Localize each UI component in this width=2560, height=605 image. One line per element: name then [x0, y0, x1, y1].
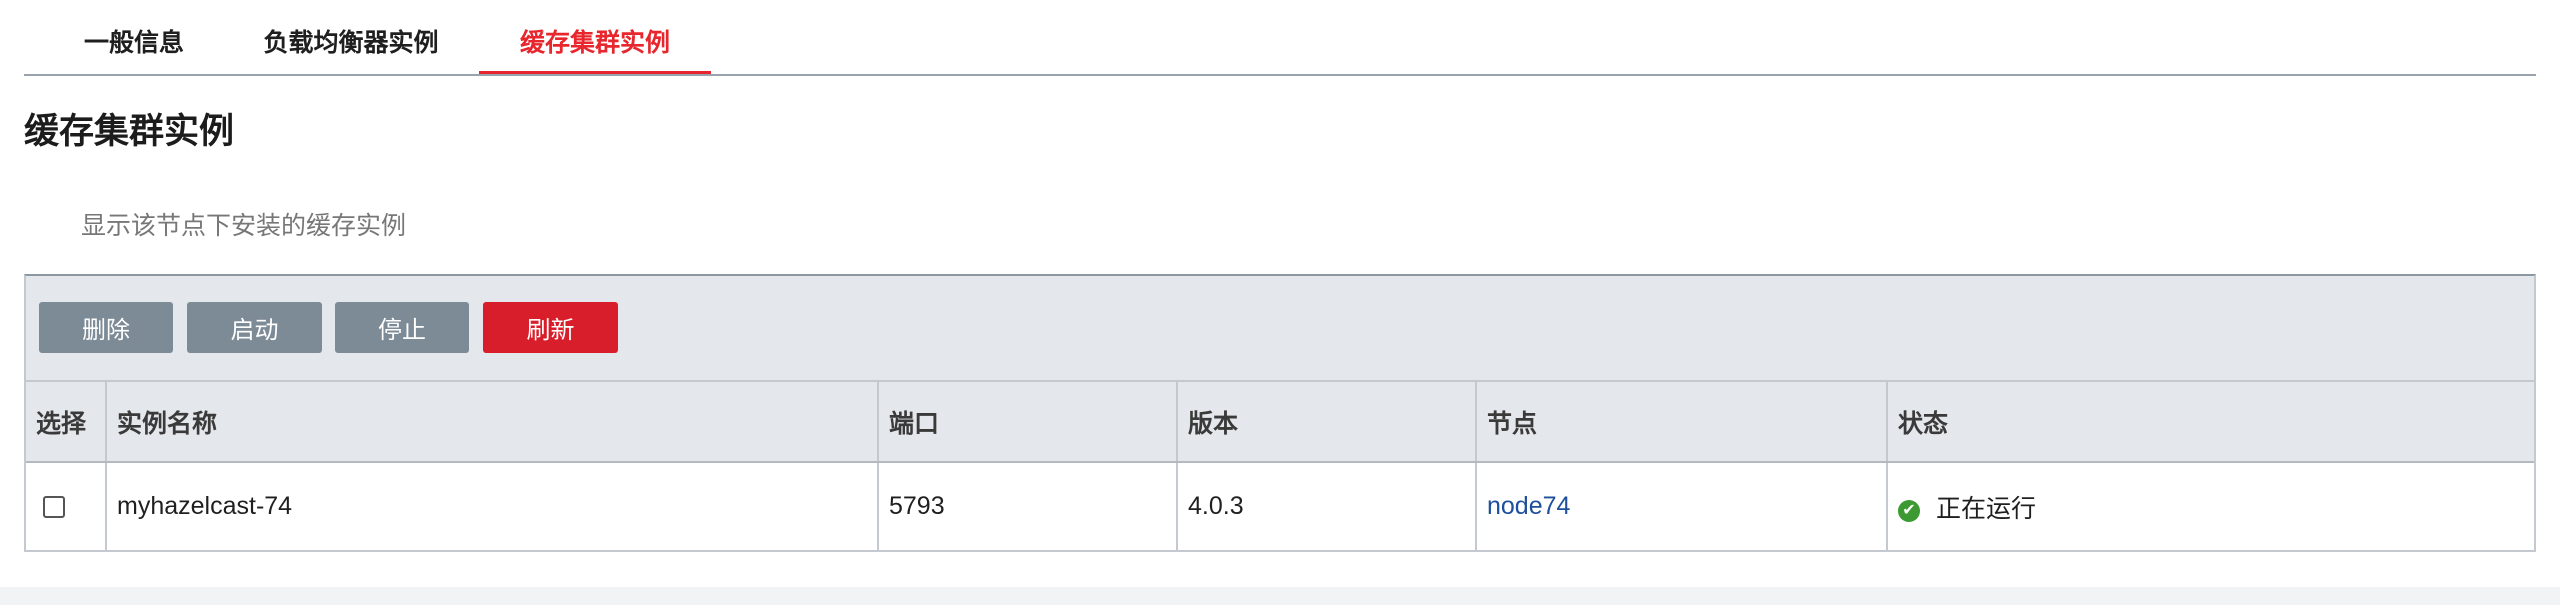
node-cell: node74: [1476, 462, 1888, 550]
page: 一般信息 负载均衡器实例 缓存集群实例 缓存集群实例 显示该节点下安装的缓存实例…: [24, 0, 2536, 552]
column-header-status[interactable]: 状态: [1887, 382, 2534, 463]
table-header-row: 选择 实例名称 端口 版本 节点 状态: [26, 382, 2534, 463]
port-cell: 5793: [878, 462, 1178, 550]
refresh-button[interactable]: 刷新: [483, 302, 618, 353]
toolbar: 删除 启动 停止 刷新: [26, 276, 2534, 382]
node-link[interactable]: node74: [1487, 492, 1570, 520]
instances-table: 选择 实例名称 端口 版本 节点 状态 myhazelcast-74 5793 …: [26, 382, 2534, 550]
check-circle-icon: ✔: [1898, 500, 1920, 523]
delete-button[interactable]: 删除: [39, 302, 173, 353]
status-cell: ✔ 正在运行: [1887, 462, 2534, 550]
instances-grid: 删除 启动 停止 刷新 选择 实例名称 端口 版本 节点 状态 myhazelc…: [24, 274, 2536, 552]
row-checkbox[interactable]: [43, 496, 65, 519]
page-title: 缓存集群实例: [24, 112, 235, 151]
column-header-select: 选择: [26, 382, 107, 463]
footer-band: [0, 587, 2560, 605]
column-header-version[interactable]: 版本: [1177, 382, 1477, 463]
tab-load-balancer-instances[interactable]: 负载均衡器实例: [258, 18, 444, 74]
tab-cache-cluster-instances[interactable]: 缓存集群实例: [479, 18, 711, 74]
instance-name-cell: myhazelcast-74: [106, 462, 879, 550]
start-button[interactable]: 启动: [187, 302, 322, 353]
table-row: myhazelcast-74 5793 4.0.3 node74 ✔ 正在运行: [26, 462, 2534, 550]
tab-general-info[interactable]: 一般信息: [82, 18, 186, 74]
select-cell: [26, 462, 107, 550]
column-header-node[interactable]: 节点: [1476, 382, 1888, 463]
status-text: 正在运行: [1936, 494, 2037, 523]
column-header-port[interactable]: 端口: [878, 382, 1178, 463]
tab-bar: 一般信息 负载均衡器实例 缓存集群实例: [24, 0, 2536, 76]
column-header-instance-name[interactable]: 实例名称: [106, 382, 879, 463]
version-cell: 4.0.3: [1177, 462, 1477, 550]
stop-button[interactable]: 停止: [335, 302, 469, 353]
page-description: 显示该节点下安装的缓存实例: [81, 212, 407, 240]
